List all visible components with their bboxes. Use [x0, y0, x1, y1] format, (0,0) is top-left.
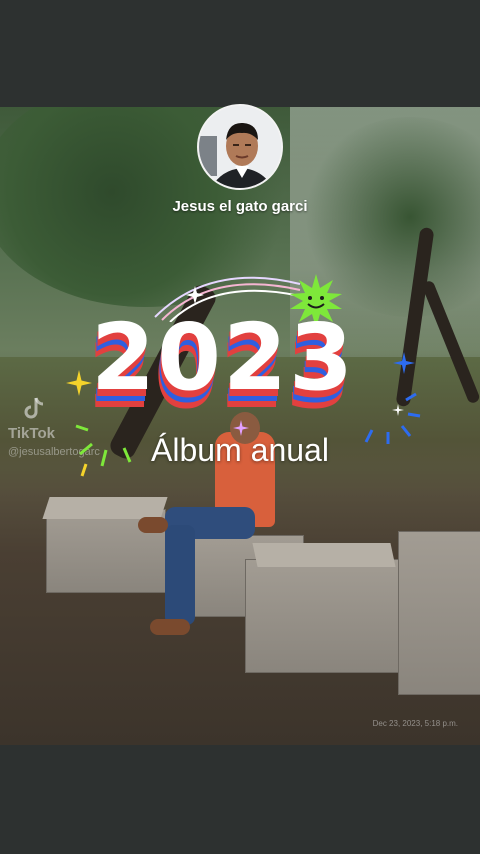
- sparkle-icon: [186, 286, 204, 304]
- profile-avatar[interactable]: [197, 104, 283, 190]
- avatar-portrait: [199, 106, 281, 188]
- person-shoe: [138, 517, 168, 533]
- person-shoe: [150, 619, 190, 635]
- photo-timestamp: Dec 23, 2023, 5:18 p.m.: [372, 719, 458, 728]
- tiktok-logo-icon: [24, 397, 44, 419]
- top-letterbox: [0, 0, 480, 107]
- bottom-letterbox: [0, 745, 480, 854]
- album-year: 2023 2023 2023 2023: [88, 312, 400, 426]
- person-legs: [165, 525, 195, 625]
- album-title: Álbum anual: [151, 432, 329, 468]
- profile-username: Jesus el gato garci: [172, 198, 308, 215]
- stone-bench: [398, 531, 480, 695]
- stone-bench-top: [42, 497, 168, 519]
- year-text: 2023: [91, 304, 356, 411]
- stone-bench: [245, 559, 399, 673]
- stone-bench-top: [252, 543, 396, 567]
